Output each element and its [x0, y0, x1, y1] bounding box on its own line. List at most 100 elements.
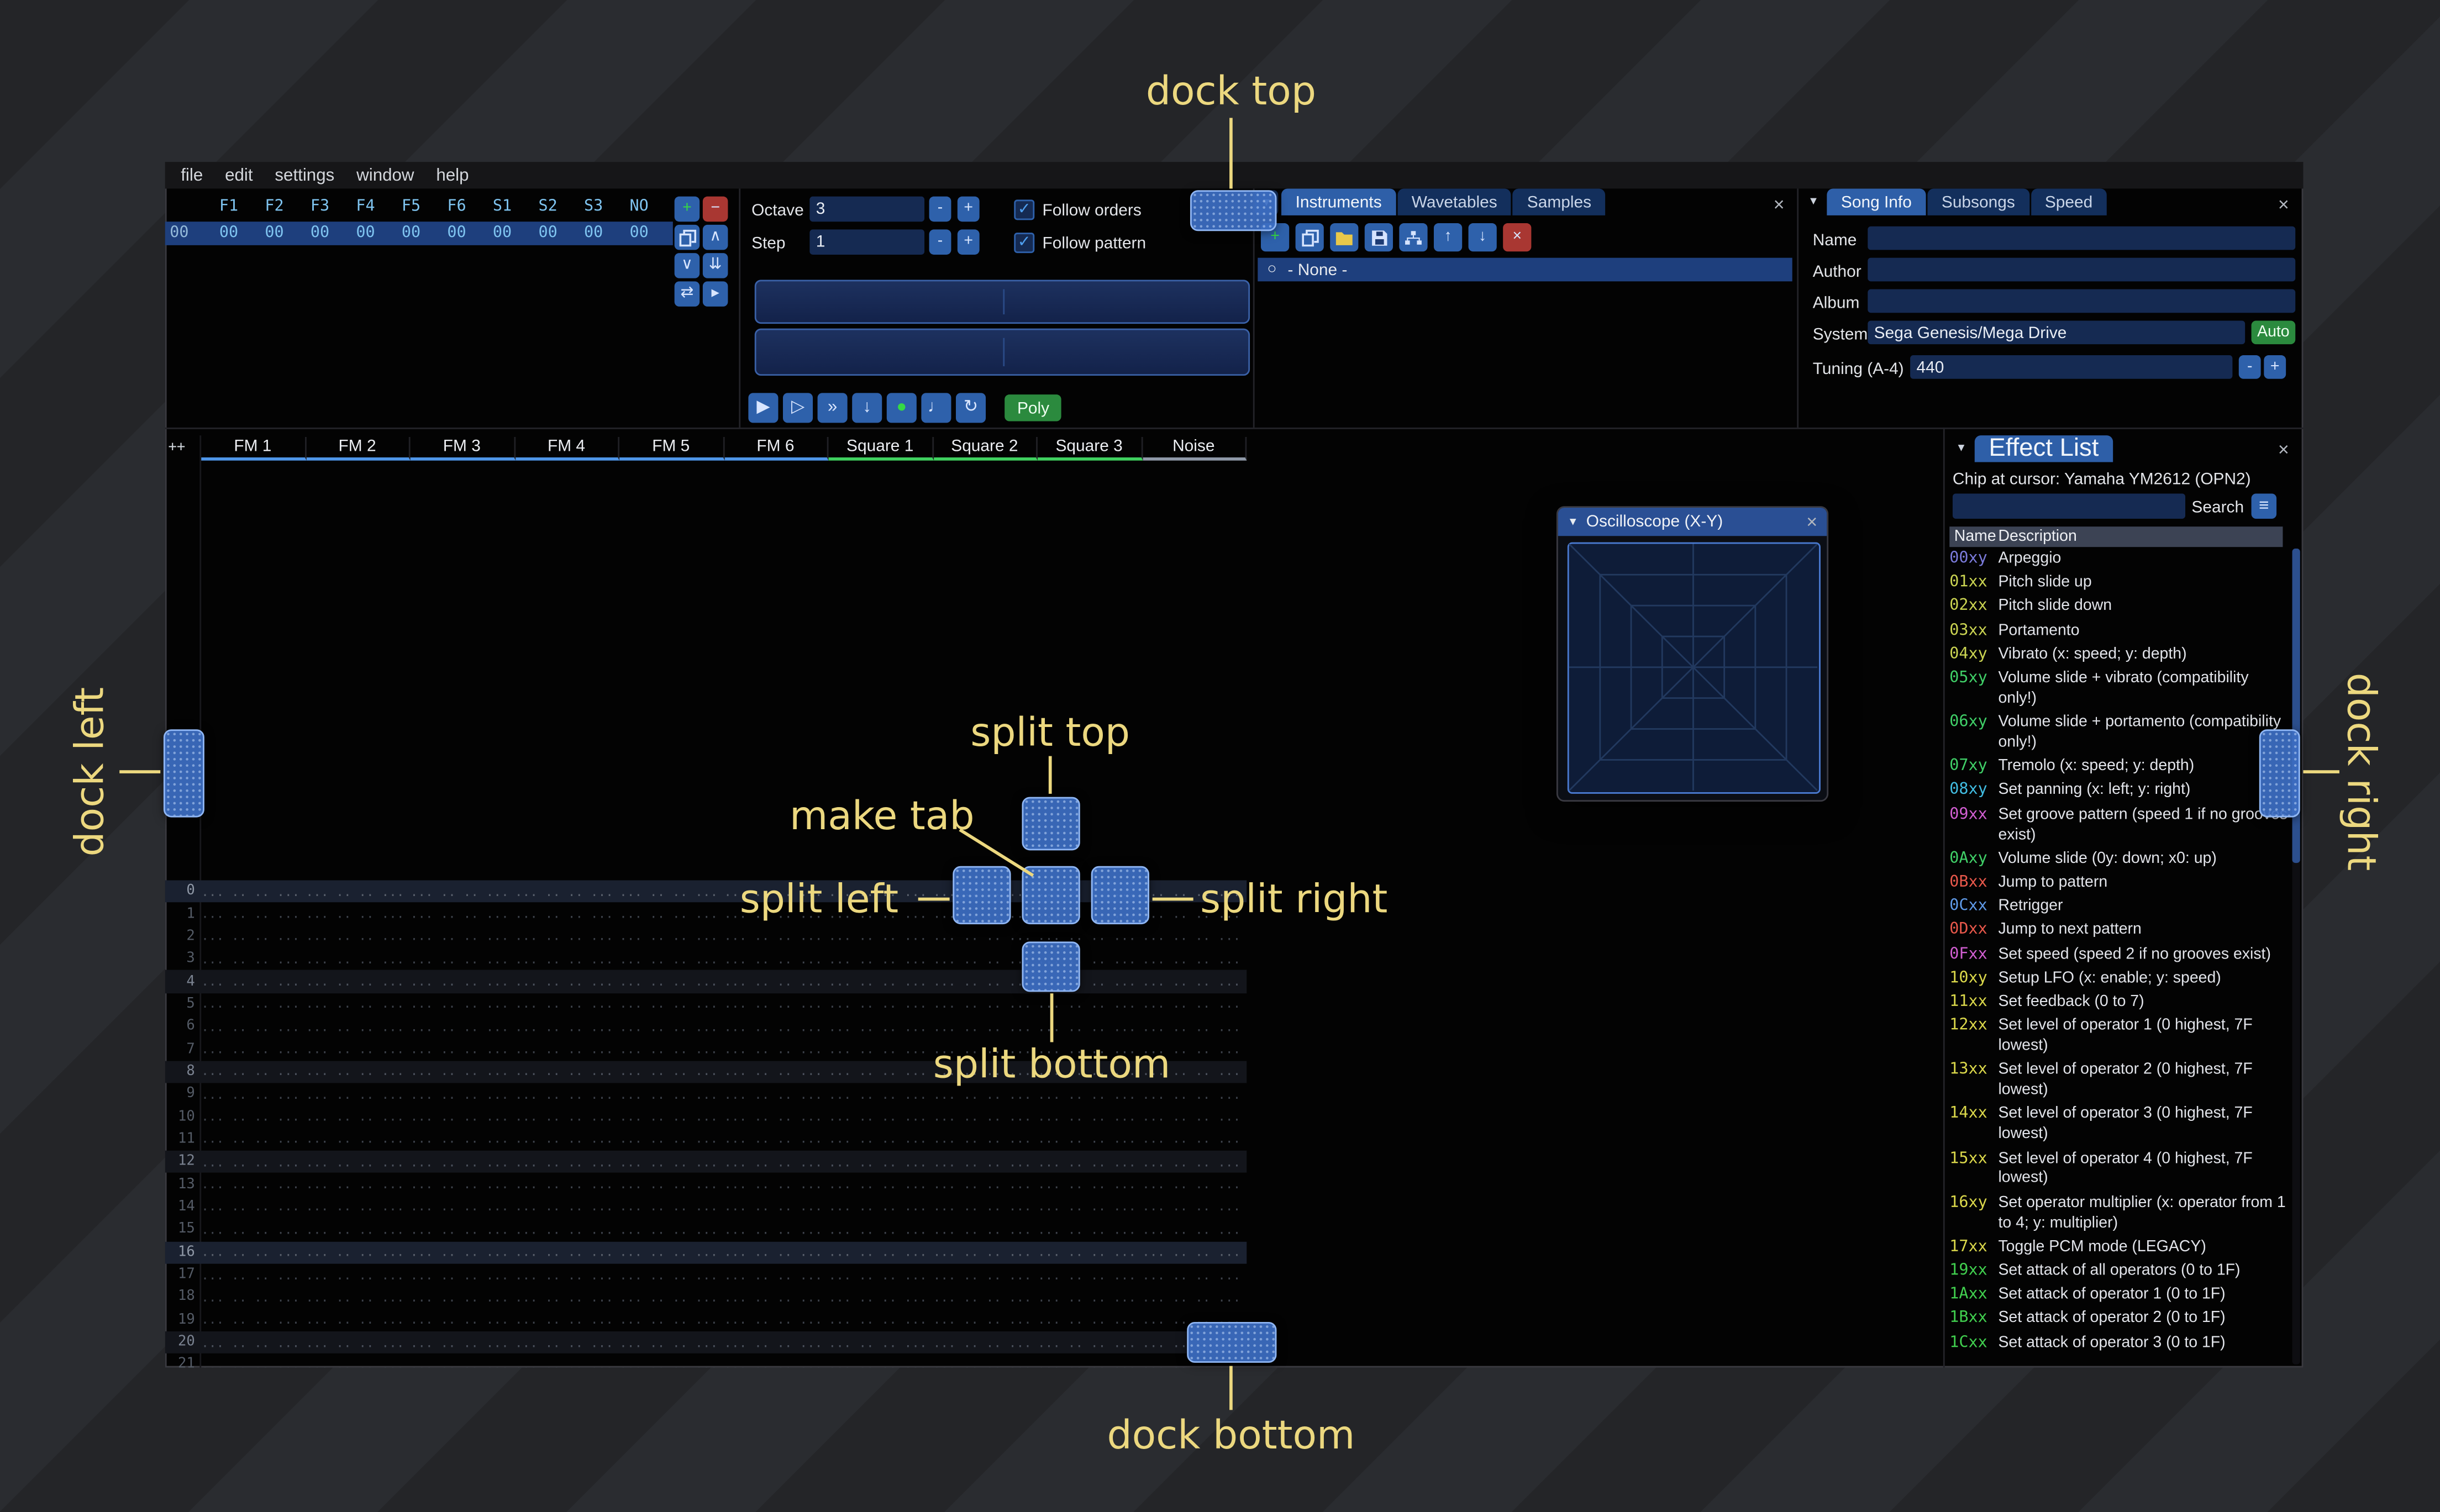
pattern-cell[interactable]: ... .. .. ...: [306, 1335, 410, 1350]
pattern-cell[interactable]: ... .. .. ...: [829, 1042, 933, 1057]
pattern-cell[interactable]: ... .. .. ...: [933, 1245, 1038, 1260]
order-cell[interactable]: 00: [206, 225, 252, 242]
pattern-cell[interactable]: ... .. .. ...: [515, 1178, 619, 1192]
pattern-cell[interactable]: ... .. .. ...: [933, 1268, 1038, 1282]
pattern-cell[interactable]: ... .. .. ...: [1038, 1110, 1142, 1124]
pattern-cell[interactable]: ... .. .. ...: [201, 1178, 306, 1192]
pattern-cell[interactable]: ... .. .. ...: [201, 930, 306, 944]
pattern-cell[interactable]: ... .. .. ...: [724, 1358, 828, 1367]
piano-input-pad[interactable]: [754, 280, 1250, 376]
pattern-cell[interactable]: ... .. .. ...: [306, 1020, 410, 1034]
effect-description-column-header[interactable]: Description: [1998, 528, 2076, 545]
pattern-cell[interactable]: ... .. .. ...: [411, 1200, 515, 1214]
pattern-cell[interactable]: ... .. .. ...: [1142, 930, 1247, 944]
instrument-delete-button[interactable]: ×: [1503, 223, 1532, 252]
pattern-cell[interactable]: ... .. .. ...: [619, 1178, 724, 1192]
pattern-cell[interactable]: ... .. .. ...: [1142, 952, 1247, 966]
effect-list-menu-button[interactable]: ≡: [2251, 493, 2277, 519]
pattern-cell[interactable]: ... .. .. ...: [724, 952, 828, 966]
pattern-cell[interactable]: ... .. .. ...: [306, 930, 410, 944]
pattern-cell[interactable]: ... .. .. ...: [933, 997, 1038, 1011]
order-cell[interactable]: 00: [297, 225, 343, 242]
pattern-cell[interactable]: ... .. .. ...: [1038, 1290, 1142, 1305]
pattern-cell[interactable]: ... .. .. ...: [411, 1358, 515, 1367]
pattern-cell[interactable]: ... .. .. ...: [411, 952, 515, 966]
effect-row-11xx[interactable]: 11xx Set feedback (0 to 7): [1949, 992, 2289, 1015]
pattern-cell[interactable]: ... .. .. ...: [515, 1020, 619, 1034]
system-auto-button[interactable]: Auto: [2251, 320, 2296, 345]
channel-header-fm-4[interactable]: FM 4: [514, 437, 620, 461]
pattern-cell[interactable]: ... .. .. ...: [933, 1200, 1038, 1214]
pattern-cell[interactable]: ... .. .. ...: [201, 1358, 306, 1367]
pattern-cell[interactable]: ... .. .. ...: [619, 952, 724, 966]
play-button[interactable]: ▶: [748, 393, 779, 423]
instruments-close-button[interactable]: ×: [1774, 195, 1785, 214]
effect-row-05xy[interactable]: 05xy Volume slide + vibrato (compatibilit…: [1949, 668, 2289, 712]
pattern-cell[interactable]: ... .. .. ...: [724, 1178, 828, 1192]
order-cell[interactable]: 00: [388, 225, 434, 242]
pattern-cell[interactable]: ... .. .. ...: [1038, 1087, 1142, 1102]
tuning-increase-button[interactable]: +: [2264, 355, 2286, 379]
pattern-cell[interactable]: ... .. .. ...: [724, 1087, 828, 1102]
pattern-cell[interactable]: ... .. .. ...: [619, 884, 724, 899]
pattern-cell[interactable]: ... .. .. ...: [619, 1290, 724, 1305]
metronome-button[interactable]: ♩: [921, 393, 951, 423]
tab-speed[interactable]: Speed: [2031, 188, 2107, 215]
octave-increase-button[interactable]: +: [957, 196, 980, 222]
tab-wavetables[interactable]: Wavetables: [1397, 188, 1512, 215]
pattern-cell[interactable]: ... .. .. ...: [724, 1313, 828, 1327]
pattern-cell[interactable]: ... .. .. ...: [1038, 1223, 1142, 1237]
effect-row-0Cxx[interactable]: 0Cxx Retrigger: [1949, 896, 2289, 920]
pattern-cell[interactable]: ... .. .. ...: [1142, 1155, 1247, 1169]
repeat-pattern-button[interactable]: ↻: [955, 393, 986, 423]
pattern-cell[interactable]: ... .. .. ...: [724, 1155, 828, 1169]
channel-header-fm-5[interactable]: FM 5: [619, 437, 724, 461]
oscilloscope-close-button[interactable]: ×: [1806, 513, 1817, 531]
song-info-close-button[interactable]: ×: [2278, 195, 2289, 214]
tab-subsongs[interactable]: Subsongs: [1927, 188, 2029, 215]
pattern-cell[interactable]: ... .. .. ...: [1142, 997, 1247, 1011]
pattern-cell[interactable]: ... .. .. ...: [411, 1178, 515, 1192]
pattern-cell[interactable]: ... .. .. ...: [411, 1020, 515, 1034]
pattern-cell[interactable]: ... .. .. ...: [306, 997, 410, 1011]
pattern-cell[interactable]: ... .. .. ...: [201, 1200, 306, 1214]
pattern-cell[interactable]: ... .. .. ...: [1038, 1335, 1142, 1350]
pattern-cell[interactable]: ... .. .. ...: [306, 1268, 410, 1282]
step-one-row-button[interactable]: ↓: [852, 393, 882, 423]
pattern-cell[interactable]: ... .. .. ...: [515, 1268, 619, 1282]
tab-effect-list[interactable]: Effect List: [1974, 435, 2113, 462]
pattern-cell[interactable]: ... .. .. ...: [933, 1290, 1038, 1305]
dock-target-right[interactable]: [2259, 729, 2300, 818]
pattern-cell[interactable]: ... .. .. ...: [306, 974, 410, 989]
pattern-cell[interactable]: ... .. .. ...: [619, 1042, 724, 1057]
pattern-cell[interactable]: ... .. .. ...: [1038, 1155, 1142, 1169]
pattern-cell[interactable]: ... .. .. ...: [619, 997, 724, 1011]
step-input[interactable]: 1: [809, 229, 925, 255]
pattern-cell[interactable]: ... .. .. ...: [515, 930, 619, 944]
effect-row-16xy[interactable]: 16xy Set operator multiplier (x: operator…: [1949, 1193, 2289, 1237]
effect-list-collapse-icon[interactable]: ▼: [1956, 443, 1967, 454]
order-cell[interactable]: 00: [434, 225, 480, 242]
pattern-cell[interactable]: ... .. .. ...: [411, 1335, 515, 1350]
pattern-cell[interactable]: ... .. .. ...: [1142, 1245, 1247, 1260]
order-cell[interactable]: 00: [616, 225, 662, 242]
pattern-cell[interactable]: ... .. .. ...: [515, 1042, 619, 1057]
pattern-cell[interactable]: ... .. .. ...: [829, 1132, 933, 1147]
pattern-cell[interactable]: ... .. .. ...: [829, 1268, 933, 1282]
order-cell[interactable]: 00: [343, 225, 388, 242]
pattern-cell[interactable]: ... .. .. ...: [724, 1020, 828, 1034]
piano-upper-octave[interactable]: [754, 280, 1250, 324]
effect-row-1Cxx[interactable]: 1Cxx Set attack of operator 3 (0 to 1F): [1949, 1332, 2289, 1356]
pattern-cell[interactable]: ... .. .. ...: [829, 1178, 933, 1192]
pattern-cell[interactable]: ... .. .. ...: [515, 884, 619, 899]
split-target-top[interactable]: [1022, 797, 1080, 851]
pattern-cell[interactable]: ... .. .. ...: [306, 1358, 410, 1367]
order-remove-button[interactable]: −: [702, 196, 728, 222]
pattern-cell[interactable]: ... .. .. ...: [515, 907, 619, 921]
song-info-collapse-icon[interactable]: ▼: [1808, 197, 1819, 208]
instrument-open-button[interactable]: [1330, 223, 1359, 252]
step-decrease-button[interactable]: -: [929, 229, 951, 255]
pattern-cell[interactable]: ... .. .. ...: [829, 974, 933, 989]
oscilloscope-collapse-icon[interactable]: ▼: [1568, 517, 1579, 528]
pattern-cell[interactable]: ... .. .. ...: [1038, 1132, 1142, 1147]
